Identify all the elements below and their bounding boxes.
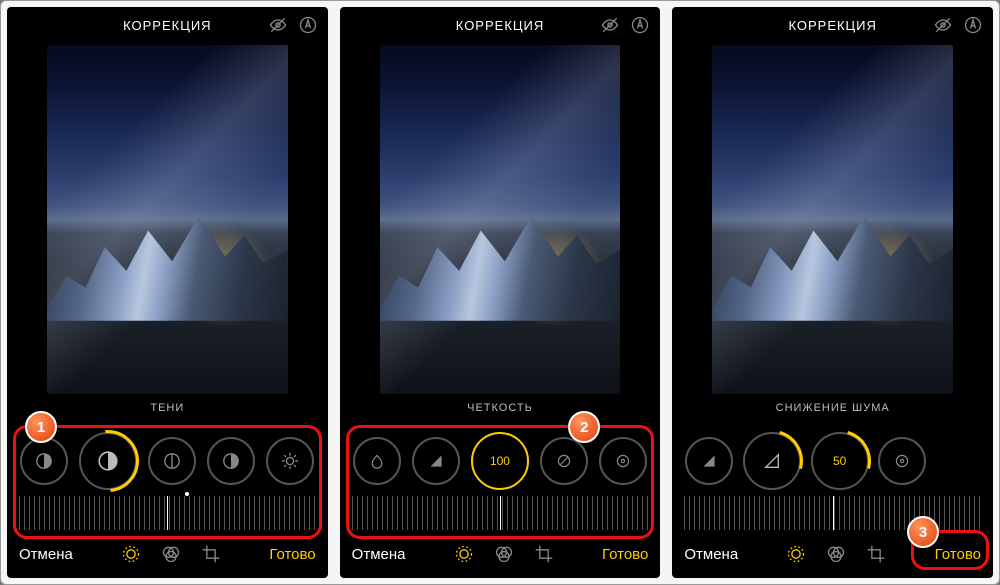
visibility-off-icon[interactable] <box>268 15 288 35</box>
param-label: ЧЕТКОСТЬ <box>340 402 661 426</box>
stage: КОРРЕКЦИЯ ТЕНИ Отмена Готов <box>0 0 1000 585</box>
tab-title: КОРРЕКЦИЯ <box>456 18 544 33</box>
photo-preview[interactable] <box>380 45 621 394</box>
screen-3: КОРРЕКЦИЯ СНИЖЕНИЕ ШУМА 50 Отмена Г <box>672 7 993 578</box>
dial-1[interactable] <box>20 437 68 485</box>
param-label: СНИЖЕНИЕ ШУМА <box>672 402 993 426</box>
dial-2[interactable] <box>743 432 801 490</box>
visibility-off-icon[interactable] <box>933 15 953 35</box>
dial-2[interactable] <box>412 437 460 485</box>
filters-tab-icon[interactable] <box>826 544 846 564</box>
visibility-off-icon[interactable] <box>600 15 620 35</box>
dial-1[interactable] <box>353 437 401 485</box>
bottom-bar: Отмена Готово <box>672 530 993 578</box>
slider-scale[interactable] <box>352 496 649 530</box>
top-bar: КОРРЕКЦИЯ <box>340 7 661 43</box>
bottom-bar: Отмена Готово <box>7 530 328 578</box>
photo-preview[interactable] <box>47 45 288 394</box>
step-badge-1: 1 <box>25 411 57 443</box>
dial-2-active[interactable] <box>79 432 137 490</box>
crop-tab-icon[interactable] <box>201 544 221 564</box>
done-button[interactable]: Готово <box>269 546 315 563</box>
bottom-bar: Отмена Готово <box>340 530 661 578</box>
screen-2: КОРРЕКЦИЯ ЧЕТКОСТЬ 100 Отмена Готов <box>340 7 661 578</box>
markup-icon[interactable] <box>630 15 650 35</box>
photo-preview[interactable] <box>712 45 953 394</box>
dial-4[interactable] <box>540 437 588 485</box>
step-badge-3: 3 <box>907 516 939 548</box>
markup-icon[interactable] <box>963 15 983 35</box>
top-bar: КОРРЕКЦИЯ <box>672 7 993 43</box>
dial-value: 100 <box>490 454 510 468</box>
done-button[interactable]: Готово <box>935 546 981 563</box>
dial-row <box>7 426 328 496</box>
dial-3[interactable] <box>148 437 196 485</box>
crop-tab-icon[interactable] <box>534 544 554 564</box>
filters-tab-icon[interactable] <box>161 544 181 564</box>
cancel-button[interactable]: Отмена <box>352 546 406 563</box>
dial-1[interactable] <box>685 437 733 485</box>
dial-4[interactable] <box>878 437 926 485</box>
dial-row: 50 <box>672 426 993 496</box>
adjust-tab-icon[interactable] <box>786 544 806 564</box>
slider-scale[interactable] <box>19 496 316 530</box>
adjust-tab-icon[interactable] <box>454 544 474 564</box>
screen-1: КОРРЕКЦИЯ ТЕНИ Отмена Готов <box>7 7 328 578</box>
dial-3-active[interactable]: 100 <box>471 432 529 490</box>
filters-tab-icon[interactable] <box>494 544 514 564</box>
crop-tab-icon[interactable] <box>866 544 886 564</box>
dial-4[interactable] <box>207 437 255 485</box>
tab-title: КОРРЕКЦИЯ <box>788 18 876 33</box>
tab-title: КОРРЕКЦИЯ <box>123 18 211 33</box>
dial-row: 100 <box>340 426 661 496</box>
top-bar: КОРРЕКЦИЯ <box>7 7 328 43</box>
dial-5[interactable] <box>266 437 314 485</box>
dial-3-active[interactable]: 50 <box>811 432 869 490</box>
done-button[interactable]: Готово <box>602 546 648 563</box>
cancel-button[interactable]: Отмена <box>684 546 738 563</box>
dial-5[interactable] <box>599 437 647 485</box>
cancel-button[interactable]: Отмена <box>19 546 73 563</box>
markup-icon[interactable] <box>298 15 318 35</box>
adjust-tab-icon[interactable] <box>121 544 141 564</box>
